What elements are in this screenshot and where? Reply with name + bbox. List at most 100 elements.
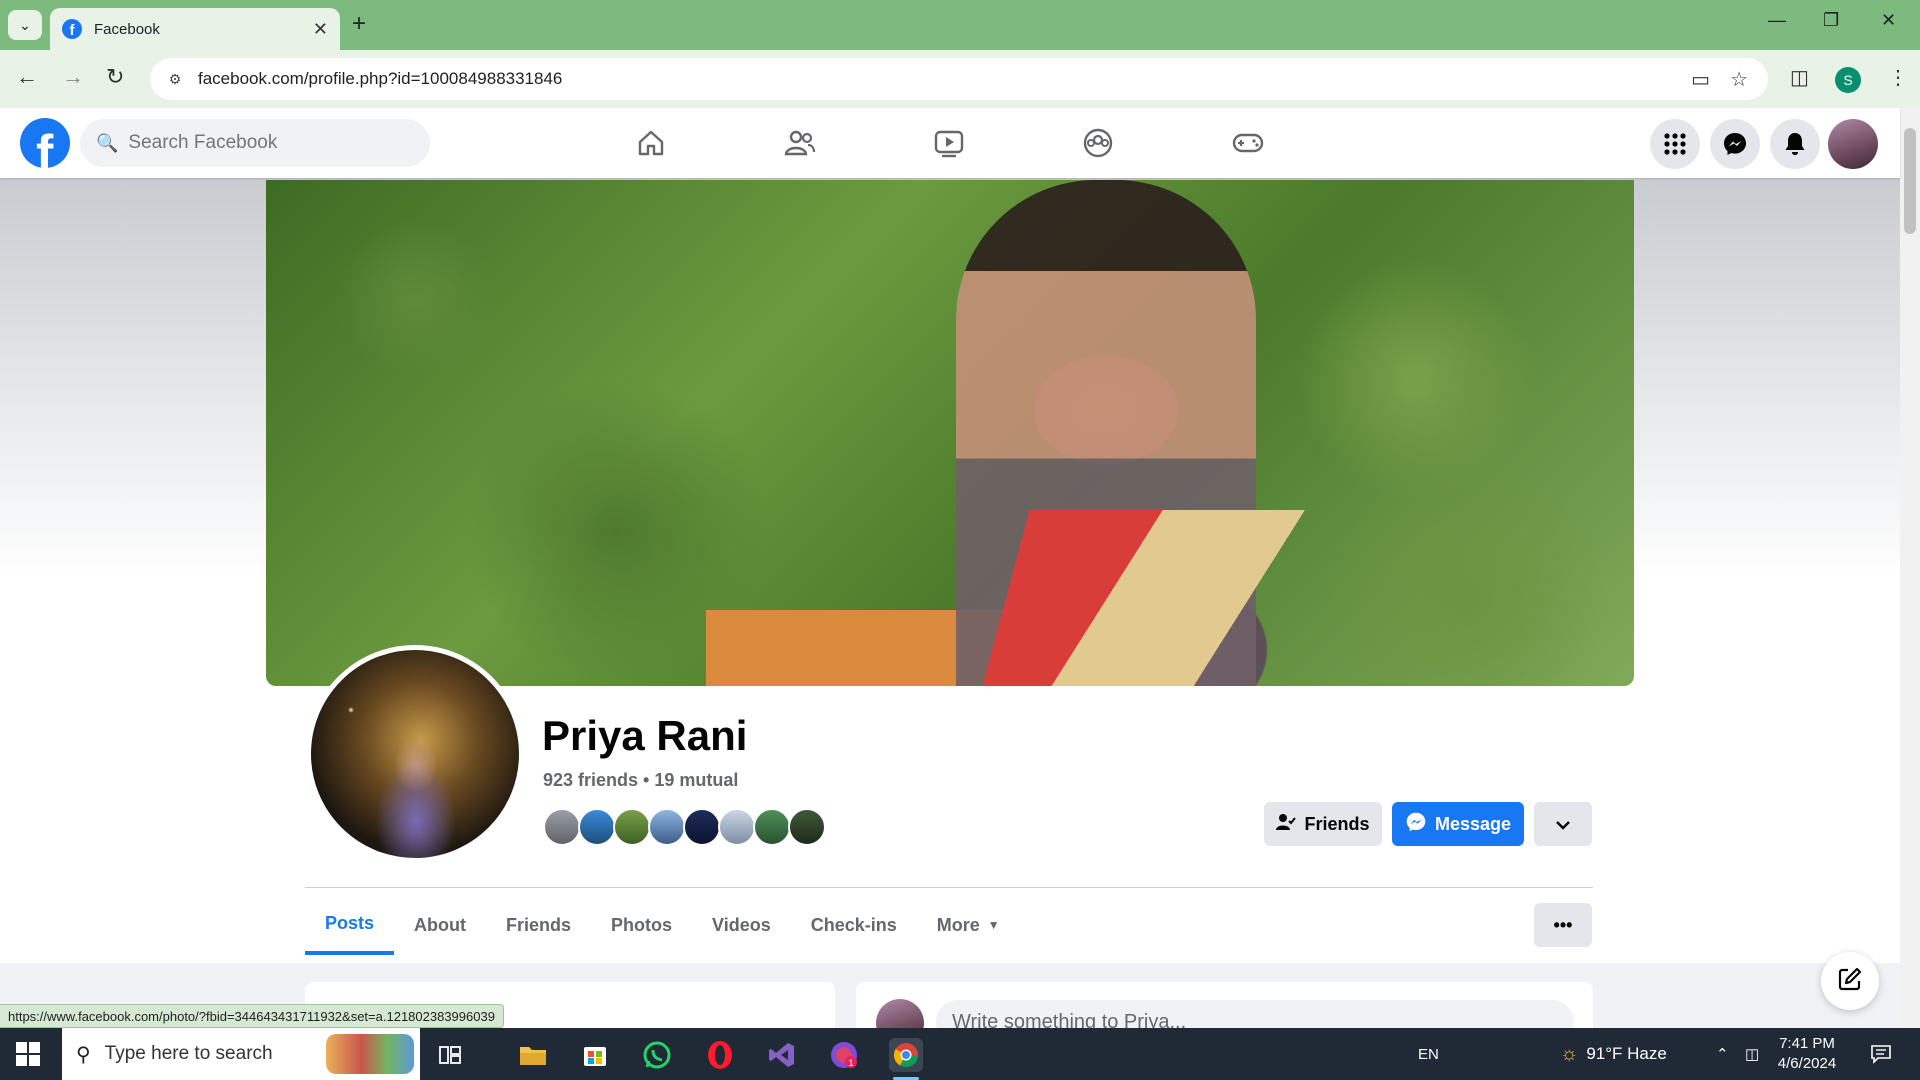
tab-check-ins[interactable]: Check-ins (791, 895, 917, 955)
tab-more[interactable]: More ▼ (917, 895, 1020, 955)
profile-picture[interactable] (306, 645, 524, 863)
home-nav-icon[interactable] (631, 126, 671, 160)
bookmark-star-icon[interactable]: ☆ (1730, 67, 1748, 92)
site-info-icon[interactable]: ⚙ (164, 68, 186, 90)
search-icon: ⚲ (76, 1043, 91, 1066)
cover-photo[interactable] (266, 180, 1634, 686)
friend-avatar[interactable] (718, 808, 756, 846)
url-text[interactable]: facebook.com/profile.php?id=100084988331… (198, 69, 1691, 89)
address-bar[interactable]: ⚙ facebook.com/profile.php?id=1000849883… (150, 58, 1768, 100)
friend-avatar[interactable] (648, 808, 686, 846)
file-explorer-icon[interactable] (516, 1038, 550, 1072)
clock-date: 4/6/2024 (1777, 1055, 1837, 1072)
tab-about[interactable]: About (394, 895, 486, 955)
whatsapp-icon[interactable] (640, 1038, 674, 1072)
restore-icon[interactable]: ❐ (1823, 10, 1839, 31)
search-highlight-image (326, 1034, 414, 1074)
tab-posts[interactable]: Posts (305, 895, 395, 955)
facebook-header: f 🔍 (0, 108, 1900, 178)
chrome-taskbar-icon[interactable] (889, 1038, 923, 1080)
facebook-favicon-icon: f (62, 19, 82, 39)
weather-widget[interactable]: ☼ 91°F Haze (1560, 1028, 1667, 1080)
chrome-menu-icon[interactable]: ⋮ (1888, 65, 1908, 90)
facebook-search[interactable]: 🔍 (80, 119, 430, 167)
friends-nav-icon[interactable] (780, 126, 820, 160)
tab-videos[interactable]: Videos (692, 895, 791, 955)
forward-icon[interactable]: → (62, 64, 84, 90)
messenger-icon (1405, 811, 1427, 838)
taskbar-search[interactable]: ⚲ Type here to search (62, 1028, 420, 1080)
taskbar-search-text: Type here to search (104, 1043, 273, 1064)
profile-name: Priya Rani (542, 712, 748, 759)
friends-button[interactable]: Friends (1264, 802, 1382, 846)
messenger-icon[interactable] (1710, 119, 1760, 169)
tab-more-label: More (936, 914, 980, 935)
network-icon[interactable]: ◫ (1745, 1028, 1759, 1080)
minimize-icon[interactable]: — (1768, 10, 1786, 31)
side-panel-icon[interactable]: ◫ (1790, 65, 1809, 90)
task-view-icon[interactable] (433, 1038, 467, 1072)
friend-avatar[interactable] (683, 808, 721, 846)
friend-avatar[interactable] (753, 808, 791, 846)
profile-tabs: Posts About Friends Photos Videos Check-… (305, 895, 1020, 955)
back-icon[interactable]: ← (16, 64, 38, 90)
search-input[interactable] (128, 132, 409, 154)
message-button[interactable]: Message (1392, 802, 1524, 846)
groups-nav-icon[interactable] (1078, 126, 1118, 160)
facebook-logo-icon[interactable]: f (20, 118, 70, 168)
window-close-icon[interactable]: ✕ (1881, 10, 1896, 31)
profile-divider (305, 887, 1593, 888)
haze-weather-icon: ☼ (1560, 1042, 1579, 1065)
friend-check-icon (1276, 813, 1297, 836)
account-avatar[interactable] (1828, 119, 1878, 169)
friends-button-label: Friends (1304, 813, 1370, 834)
tabs-more-options-button[interactable]: ••• (1534, 903, 1592, 947)
hover-link-status: https://www.facebook.com/photo/?fbid=344… (0, 1004, 504, 1028)
visual-studio-icon[interactable] (765, 1038, 799, 1072)
tab-friends[interactable]: Friends (486, 895, 591, 955)
tab-photos[interactable]: Photos (591, 895, 692, 955)
taskbar-clock[interactable]: 7:41 PM 4/6/2024 (1762, 1034, 1852, 1074)
gaming-nav-icon[interactable] (1228, 126, 1268, 160)
weather-text: 91°F Haze (1586, 1044, 1667, 1063)
page-scrollbar[interactable] (1900, 108, 1920, 1028)
browser-tab[interactable]: f Facebook ✕ (50, 8, 340, 50)
cover-scarf-shape (982, 510, 1410, 686)
logo-letter: f (36, 125, 54, 168)
chat-app-icon[interactable]: 1 (827, 1038, 861, 1072)
profile-more-dropdown-button[interactable] (1534, 802, 1592, 846)
watch-nav-icon[interactable] (929, 126, 969, 160)
browser-tab-bar: ⌄ f Facebook ✕ + — ❐ ✕ (0, 0, 1920, 50)
reload-icon[interactable]: ↻ (106, 64, 124, 90)
microsoft-store-icon[interactable] (578, 1038, 612, 1072)
menu-grid-icon[interactable] (1650, 119, 1700, 169)
new-message-fab[interactable] (1821, 952, 1879, 1010)
tab-search-button[interactable]: ⌄ (8, 10, 42, 40)
friend-avatar[interactable] (543, 808, 581, 846)
chevron-down-icon (1555, 814, 1571, 835)
chrome-profile-avatar[interactable]: S (1835, 67, 1861, 93)
caret-down-icon: ▼ (987, 918, 1000, 932)
notification-center-icon[interactable] (1870, 1028, 1892, 1080)
tab-title: Facebook (94, 20, 160, 38)
svg-text:1: 1 (848, 1058, 853, 1068)
compose-edit-icon (1837, 966, 1863, 997)
clock-time: 7:41 PM (1779, 1035, 1835, 1052)
friend-avatar[interactable] (578, 808, 616, 846)
windows-start-icon[interactable] (16, 1042, 40, 1066)
windows-taskbar: ⚲ Type here to search 1 EN ☼ 91°F Haze ⌃… (0, 1028, 1920, 1080)
new-tab-button[interactable]: + (352, 10, 366, 38)
tab-close-icon[interactable]: ✕ (313, 19, 328, 40)
friend-avatar[interactable] (613, 808, 651, 846)
browser-toolbar: ← → ↻ ⚙ facebook.com/profile.php?id=1000… (0, 50, 1920, 108)
show-hidden-icons-chevron-icon[interactable]: ⌃ (1716, 1028, 1729, 1080)
message-button-label: Message (1434, 813, 1512, 834)
opera-icon[interactable] (703, 1038, 737, 1072)
scrollbar-thumb[interactable] (1904, 128, 1916, 234)
friends-count-link[interactable]: 923 friends • 19 mutual (543, 770, 738, 791)
language-indicator[interactable]: EN (1418, 1028, 1439, 1080)
friend-avatar[interactable] (788, 808, 826, 846)
install-app-icon[interactable]: ▭ (1691, 67, 1710, 92)
notifications-bell-icon[interactable] (1770, 119, 1820, 169)
search-icon: 🔍 (96, 132, 119, 153)
